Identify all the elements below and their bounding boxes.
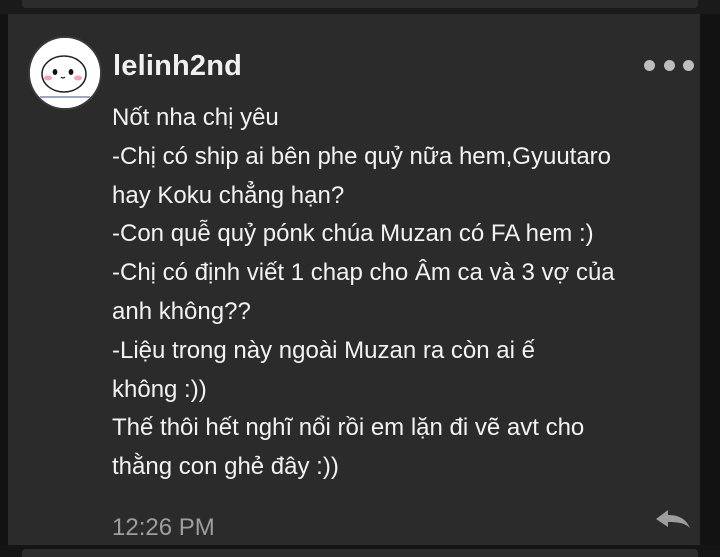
author-username[interactable]: lelinh2nd [113,50,242,83]
comment-line: -Chị có ship ai bên phe quỷ nữa hem,Gyuu… [112,142,612,170]
more-dots-icon [683,59,694,71]
comment-line: Nốt nha chị yêu [112,104,279,131]
comment-line: thằng con ghẻ đây :)) [112,453,339,481]
more-dots-icon [663,59,675,71]
more-options-button[interactable] [644,54,694,76]
cartoon-blob-avatar-icon [30,38,100,108]
comment-line: Thế thôi hết nghĩ nổi rồi em lặn đi vẽ a… [112,414,585,442]
reply-arrow-icon [656,510,690,528]
comment-body: Nốt nha chị yêu -Chị có ship ai bên phe … [112,99,692,487]
comment-line: hay Koku chẳng hạn? [112,181,345,209]
previous-card-edge [0,0,720,14]
comment-line: -Liệu trong này ngoài Muzan ra còn ai ế [112,336,535,364]
comment-timestamp: 12:26 PM [112,514,215,541]
comment-line: -Chị có định viết 1 chap cho Âm ca và 3 … [112,259,615,287]
more-dots-icon [644,59,655,71]
comment-line: -Con quễ quỷ pónk chúa Muzan có FA hem :… [112,220,594,248]
reply-button[interactable] [653,506,693,536]
avatar[interactable] [28,36,102,110]
next-card-edge [0,545,720,557]
comment-line: không :)) [112,375,207,403]
comment-card: lelinh2nd Nốt nha chị yêu -Chị có ship a… [8,14,700,545]
comment-line: anh không?? [112,297,251,325]
